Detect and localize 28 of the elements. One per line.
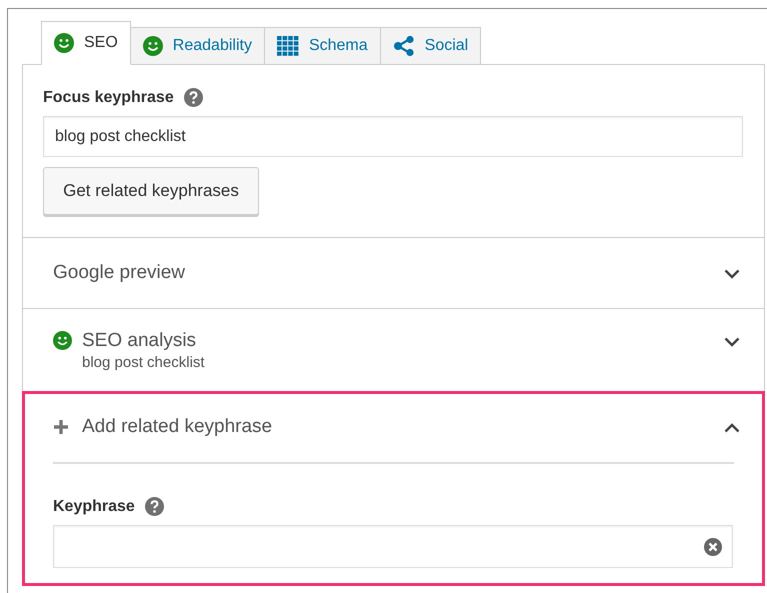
smiley-icon: [54, 33, 74, 53]
section-header[interactable]: Add related keyphrase: [23, 392, 764, 462]
grid-icon: [276, 36, 299, 56]
section-header[interactable]: SEO analysis blog post checklist: [23, 309, 764, 391]
chevron-up-icon: [724, 423, 740, 433]
keyphrase-field[interactable]: blog post checklist: [43, 116, 743, 157]
tab[interactable]: SEO: [41, 21, 131, 65]
field-label: Focus keyphrase: [43, 88, 174, 106]
tab[interactable]: Readability: [130, 27, 265, 65]
chevron-down-icon: [724, 269, 740, 279]
section-title: SEO analysis: [82, 330, 198, 352]
tab[interactable]: Schema: [264, 27, 381, 65]
share-icon: [392, 35, 415, 57]
section-title: Add related keyphrase: [82, 416, 274, 438]
field-label: Keyphrase: [53, 498, 135, 516]
smiley-icon: [142, 36, 163, 56]
help-icon[interactable]: [144, 497, 164, 516]
related-keyphrases-button[interactable]: Get related keyphrases: [43, 167, 259, 215]
keyphrase-field[interactable]: [53, 525, 733, 568]
chevron-down-icon: [724, 337, 740, 347]
tab[interactable]: Social: [380, 27, 482, 65]
section-subtitle: blog post checklist: [82, 354, 206, 371]
help-icon[interactable]: [184, 88, 203, 107]
section-title: Google preview: [53, 262, 186, 284]
plus-icon: [53, 419, 69, 435]
smiley-icon: [53, 331, 72, 350]
clear-icon[interactable]: [704, 538, 722, 556]
section-header[interactable]: Google preview: [23, 238, 764, 308]
